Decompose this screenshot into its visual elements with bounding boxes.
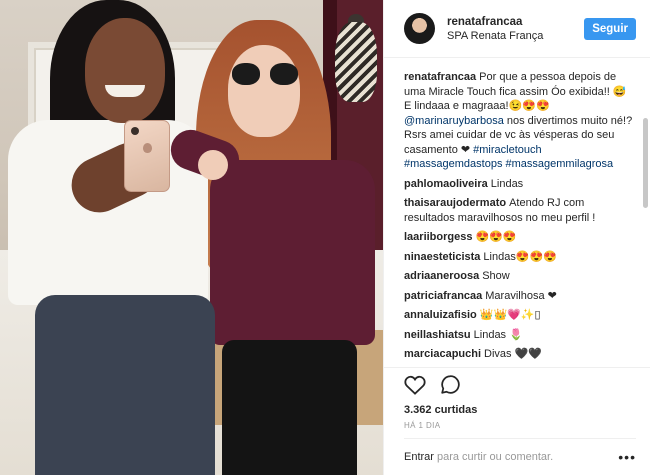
person-right-face xyxy=(228,45,300,137)
add-comment-hint: para curtir ou comentar. xyxy=(436,451,554,463)
post-header: renatafrancaa SPA Renata França Seguir xyxy=(384,0,650,58)
follow-button[interactable]: Seguir xyxy=(584,17,636,40)
header-location[interactable]: SPA Renata França xyxy=(447,29,584,43)
comment-item: thaisaraujodermato Atendo RJ com resultad… xyxy=(404,196,636,225)
add-comment-bar: Entrar para curtir ou comentar. ••• xyxy=(404,438,636,475)
comment-item: ninaesteticista Lindas😍😍😍 xyxy=(404,250,636,265)
comments-scrollbar[interactable] xyxy=(643,118,648,208)
comment-username[interactable]: ninaesteticista xyxy=(404,251,480,263)
header-username[interactable]: renatafrancaa xyxy=(447,15,584,29)
comments-list[interactable]: renatafrancaa Por que a pessoa depois de … xyxy=(384,58,650,367)
person-right-sweater xyxy=(210,160,375,345)
comment-text: Show xyxy=(482,270,510,282)
smartphone xyxy=(124,120,170,192)
heart-icon[interactable] xyxy=(404,375,426,395)
login-link[interactable]: Entrar xyxy=(404,451,434,463)
comment-item: adriaaneroosa Show xyxy=(404,269,636,284)
decorative-vase xyxy=(335,22,377,102)
caption-username[interactable]: renatafrancaa xyxy=(404,71,476,83)
person-left-face xyxy=(85,18,165,123)
likes-count[interactable]: 3.362 curtidas xyxy=(384,401,650,417)
action-bar xyxy=(384,367,650,401)
comment-username[interactable]: neillashiatsu xyxy=(404,329,471,341)
comment-item: neillashiatsu Lindas 🌷 xyxy=(404,328,636,343)
post-card: renatafrancaa SPA Renata França Seguir r… xyxy=(0,0,650,475)
comment-username[interactable]: annaluizafisio xyxy=(404,309,477,321)
comment-text: 👑👑💗✨▯ xyxy=(479,309,541,321)
post-photo[interactable] xyxy=(0,0,383,475)
comment-username[interactable]: marciacapuchi xyxy=(404,348,481,360)
caption-hashtag[interactable]: #miracletouch xyxy=(473,144,541,156)
comment-item: pahlomaoliveira Lindas xyxy=(404,177,636,192)
post-timestamp: HÁ 1 DIA xyxy=(404,421,441,430)
post-sidebar: renatafrancaa SPA Renata França Seguir r… xyxy=(383,0,650,475)
caption-mention[interactable]: @marinaruybarbosa xyxy=(404,115,504,127)
more-options-icon[interactable]: ••• xyxy=(618,449,636,465)
comment-username[interactable]: patriciafrancaa xyxy=(404,290,482,302)
comment-text: Divas 🖤🖤 xyxy=(484,348,543,360)
comment-text: Lindas😍😍😍 xyxy=(483,250,557,263)
comment-username[interactable]: laariiborgess xyxy=(404,231,472,243)
comment-bubble-icon[interactable] xyxy=(440,374,461,395)
comment-item: marciacapuchi Divas 🖤🖤 xyxy=(404,347,636,362)
comment-item: laariiborgess 😍😍😍 xyxy=(404,230,636,245)
comment-item: patriciafrancaa Maravilhosa ❤ xyxy=(404,289,636,304)
person-left-skirt xyxy=(35,295,215,475)
comment-item: annaluizafisio 👑👑💗✨▯ xyxy=(404,308,636,323)
sunglasses xyxy=(232,63,298,87)
comment-text: Lindas xyxy=(490,177,524,190)
comment-text: Lindas 🌷 xyxy=(473,328,523,341)
comment-username[interactable]: pahlomaoliveira xyxy=(404,178,488,190)
caption-hashtag[interactable]: #massagemdastops xyxy=(404,158,502,170)
comment-text: 😍😍😍 xyxy=(475,231,517,243)
caption-hashtag[interactable]: #massagemmilagrosa xyxy=(506,158,614,170)
comment-username[interactable]: adriaaneroosa xyxy=(404,270,479,282)
caption: renatafrancaa Por que a pessoa depois de … xyxy=(404,70,636,172)
comment-username[interactable]: thaisaraujodermato xyxy=(404,197,506,209)
avatar[interactable] xyxy=(404,13,435,44)
comment-text: Maravilhosa ❤ xyxy=(485,289,557,302)
person-right-pants xyxy=(222,340,357,475)
